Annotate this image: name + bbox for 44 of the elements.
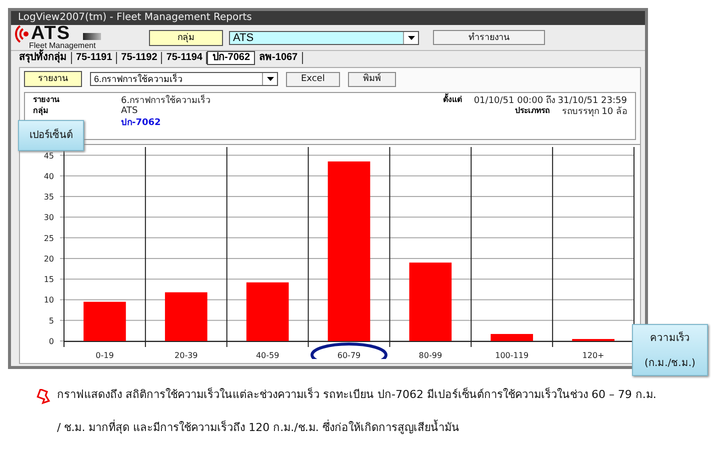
group-dropdown[interactable]: ATS — [229, 30, 419, 44]
report-dropdown[interactable]: 6.กราฟการใช้ความเร็ว — [90, 72, 278, 86]
info-value: 01/10/51 00:00 ถึง 31/10/51 23:59 — [474, 94, 627, 106]
vehicle-tab[interactable]: ลพ-1067 — [255, 52, 303, 64]
info-value: ATS — [121, 106, 138, 116]
run-report-button[interactable]: ทำรายงาน — [433, 30, 545, 45]
callout-text: ความเร็ว — [650, 330, 690, 345]
y-tick-label: 15 — [44, 275, 54, 284]
y-tick-label: 30 — [44, 213, 54, 222]
x-category-label: 80-99 — [418, 351, 442, 359]
report-label: รายงาน — [24, 71, 82, 87]
vehicle-tab[interactable]: 75-1192 — [117, 52, 162, 64]
logo-text: ATS — [31, 25, 71, 42]
info-value: ปก-7062 — [121, 116, 161, 128]
info-label: กลุ่ม — [33, 105, 49, 117]
group-label: กลุ่ม — [149, 30, 223, 46]
callout-text: (ก.ม./ช.ม.) — [644, 357, 696, 370]
vehicle-tab[interactable]: 75-1191 — [72, 52, 118, 64]
toolbar-button[interactable]: Excel — [286, 72, 340, 86]
info-value: 6.กราฟการใช้ความเร็ว — [121, 94, 211, 106]
info-label: ประเภทรถ — [514, 105, 550, 117]
y-tick-label: 20 — [44, 254, 54, 264]
y-tick-label: 25 — [44, 234, 54, 243]
y-tick-label: 10 — [44, 296, 54, 305]
x-category-label: 60-79 — [337, 351, 361, 359]
info-value: รถบรรทุก 10 ล้อ — [562, 106, 627, 118]
toolbar-button[interactable]: พิมพ์ — [348, 72, 396, 86]
info-label: รายงาน — [33, 94, 60, 106]
window-title: LogView2007(tm) - Fleet Management Reports — [11, 11, 645, 25]
y-tick-label: 0 — [48, 337, 54, 346]
x-category-label: 40-59 — [256, 351, 280, 359]
y-tick-label: 45 — [44, 151, 54, 160]
x-category-label: 120+ — [582, 351, 604, 359]
x-category-label: 20-39 — [174, 351, 198, 359]
y-axis-callout: เปอร์เซ็นต์ — [18, 120, 84, 151]
caption-text: กราฟแสดงถึง สถิติการใช้ความเร็วในแต่ละช่วงความเร็ว รถทะเบียน ปก-7062 มีเปอร์เซ็นต์การใช้ความเร็วในช่วง 60 – 79 ก.ม. / ช.ม. มากที่สุด และมีการใช้ความเร็วถึง 120 ก.ม./ช.ม. ซึ่งก่อให้เกิดการสูญเสียน้ำมัน — [57, 386, 658, 436]
logo-subtitle: Fleet Management — [29, 42, 97, 50]
info-label: ตั้งแต่ — [442, 93, 462, 106]
y-tick-label: 35 — [44, 192, 54, 202]
y-tick-label: 5 — [48, 316, 54, 326]
x-category-label: 0-19 — [96, 351, 114, 359]
x-category-label: 100-119 — [495, 351, 529, 359]
vehicle-tab[interactable]: ปก-7062 — [207, 51, 256, 65]
y-tick-label: 40 — [44, 172, 54, 181]
